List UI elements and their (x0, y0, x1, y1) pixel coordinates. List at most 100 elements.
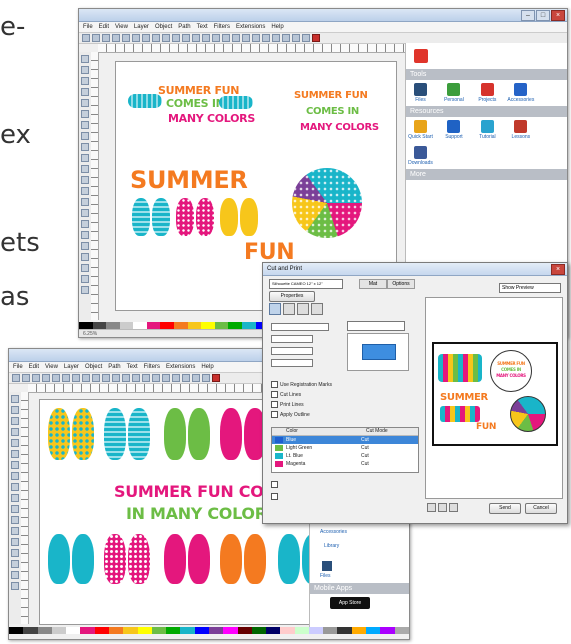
table-row[interactable]: Blue Cut (272, 436, 418, 444)
sidebar-item-accessories[interactable]: Accessories (507, 83, 534, 103)
sidebar-item-downloads[interactable]: Downloads (407, 146, 434, 166)
menu-view[interactable]: View (45, 364, 58, 370)
print-cut-mode-icon[interactable] (297, 303, 309, 315)
menu-view[interactable]: View (115, 24, 128, 30)
mesh-tool-icon[interactable] (81, 264, 89, 272)
preview-select[interactable]: Show Preview (499, 283, 561, 293)
print-mode-icon[interactable] (269, 303, 281, 315)
pencil-tool-icon[interactable] (11, 472, 19, 480)
import-icon[interactable] (52, 374, 60, 382)
menu-help[interactable]: Help (201, 364, 213, 370)
pencil-tool-icon[interactable] (81, 132, 89, 140)
star-tool-icon[interactable] (81, 110, 89, 118)
tab-mat[interactable]: Mat (359, 279, 387, 289)
send-button[interactable]: Send (489, 503, 521, 514)
option-print-lines[interactable]: Print Lines (271, 401, 304, 408)
bucket-tool-icon[interactable] (81, 198, 89, 206)
duplicate-icon[interactable] (212, 34, 220, 42)
ungroup-icon[interactable] (172, 374, 180, 382)
menu-path[interactable]: Path (178, 24, 190, 30)
eraser-tool-icon[interactable] (81, 187, 89, 195)
redo-icon[interactable] (82, 374, 90, 382)
new-icon[interactable] (12, 374, 20, 382)
width-field[interactable] (271, 323, 329, 331)
connector-tool-icon[interactable] (11, 571, 19, 579)
paste-icon[interactable] (102, 374, 110, 382)
text-font-icon[interactable] (192, 374, 200, 382)
menu-object[interactable]: Object (155, 24, 172, 30)
option-bottom-2[interactable] (271, 493, 280, 500)
save-icon[interactable] (102, 34, 110, 42)
print-icon[interactable] (112, 34, 120, 42)
sidebar-item-personal[interactable]: Personal (440, 83, 467, 103)
zoom-in-icon[interactable] (112, 374, 120, 382)
table-row[interactable]: Magenta Cut (272, 460, 418, 468)
import-icon[interactable] (122, 34, 130, 42)
layers-icon[interactable] (202, 374, 210, 382)
zoom-out-icon[interactable] (192, 34, 200, 42)
properties-button[interactable]: Properties (269, 291, 315, 302)
lpe-tool-icon[interactable] (81, 275, 89, 283)
ellipse-tool-icon[interactable] (11, 439, 19, 447)
eraser-tool-icon[interactable] (11, 527, 19, 535)
menu-layer[interactable]: Layer (134, 24, 149, 30)
menu-layer[interactable]: Layer (64, 364, 79, 370)
sidebar-item-tutorial[interactable]: Tutorial (474, 120, 501, 140)
ungroup-icon[interactable] (242, 34, 250, 42)
zoom-tool-icon[interactable] (81, 77, 89, 85)
measure-tool-icon[interactable] (81, 253, 89, 261)
node-tool-icon[interactable] (81, 66, 89, 74)
calligraphy-tool-icon[interactable] (81, 154, 89, 162)
highlight-select[interactable] (347, 321, 405, 331)
text-tool-icon[interactable] (81, 165, 89, 173)
sidebar-item-files[interactable]: Files (407, 83, 434, 103)
tweak-tool-icon[interactable] (11, 582, 19, 590)
pen-tool-icon[interactable] (81, 143, 89, 151)
minimize-button[interactable]: – (521, 10, 535, 21)
spray-tool-icon[interactable] (81, 176, 89, 184)
open-icon[interactable] (22, 374, 30, 382)
sidebar-item-quickstart[interactable]: Quick Start (407, 120, 434, 140)
clone-icon[interactable] (222, 34, 230, 42)
bucket-tool-icon[interactable] (11, 538, 19, 546)
menu-edit[interactable]: Edit (29, 364, 39, 370)
preferences-icon[interactable] (302, 34, 310, 42)
cut-lines-checkbox[interactable] (271, 391, 278, 398)
fill-stroke-icon[interactable] (182, 374, 190, 382)
clone-icon[interactable] (152, 374, 160, 382)
zoom-tool-icon[interactable] (11, 417, 19, 425)
maximize-button[interactable]: □ (536, 10, 550, 21)
select-tool-icon[interactable] (11, 395, 19, 403)
copy-icon[interactable] (162, 34, 170, 42)
option-bottom-1[interactable] (271, 481, 280, 488)
column-header-mode[interactable]: Cut Mode (366, 428, 388, 435)
connector-tool-icon[interactable] (81, 231, 89, 239)
menu-edit[interactable]: Edit (99, 24, 109, 30)
undo-icon[interactable] (142, 34, 150, 42)
zoom-in-icon[interactable] (438, 503, 447, 512)
fill-tool-icon[interactable] (81, 286, 89, 294)
calligraphy-tool-icon[interactable] (11, 494, 19, 502)
sidebar-item-files[interactable]: Files (320, 573, 331, 579)
menu-filters[interactable]: Filters (144, 364, 160, 370)
spiral-tool-icon[interactable] (81, 121, 89, 129)
height-field[interactable] (271, 335, 313, 343)
select-tool-icon[interactable] (81, 55, 89, 63)
dropper-tool-icon[interactable] (11, 560, 19, 568)
zoom-in-icon[interactable] (182, 34, 190, 42)
color-palette[interactable] (9, 627, 409, 634)
selected-swatch[interactable] (362, 344, 396, 360)
bottom-checkbox-1[interactable] (271, 481, 278, 488)
option-cut-lines[interactable]: Cut Lines (271, 391, 301, 398)
print-icon[interactable] (42, 374, 50, 382)
gradient-tool-icon[interactable] (81, 209, 89, 217)
print-lines-checkbox[interactable] (271, 401, 278, 408)
cut-mode-icon[interactable] (283, 303, 295, 315)
menu-object[interactable]: Object (85, 364, 102, 370)
print-only-mode-icon[interactable] (311, 303, 323, 315)
export-icon[interactable] (62, 374, 70, 382)
sidebar-item-support[interactable]: Support (440, 120, 467, 140)
device-select[interactable]: Silhouette CAMEO 12" x 12" (269, 279, 343, 289)
menu-file[interactable]: File (83, 24, 93, 30)
silhouette-icon[interactable] (212, 374, 220, 382)
